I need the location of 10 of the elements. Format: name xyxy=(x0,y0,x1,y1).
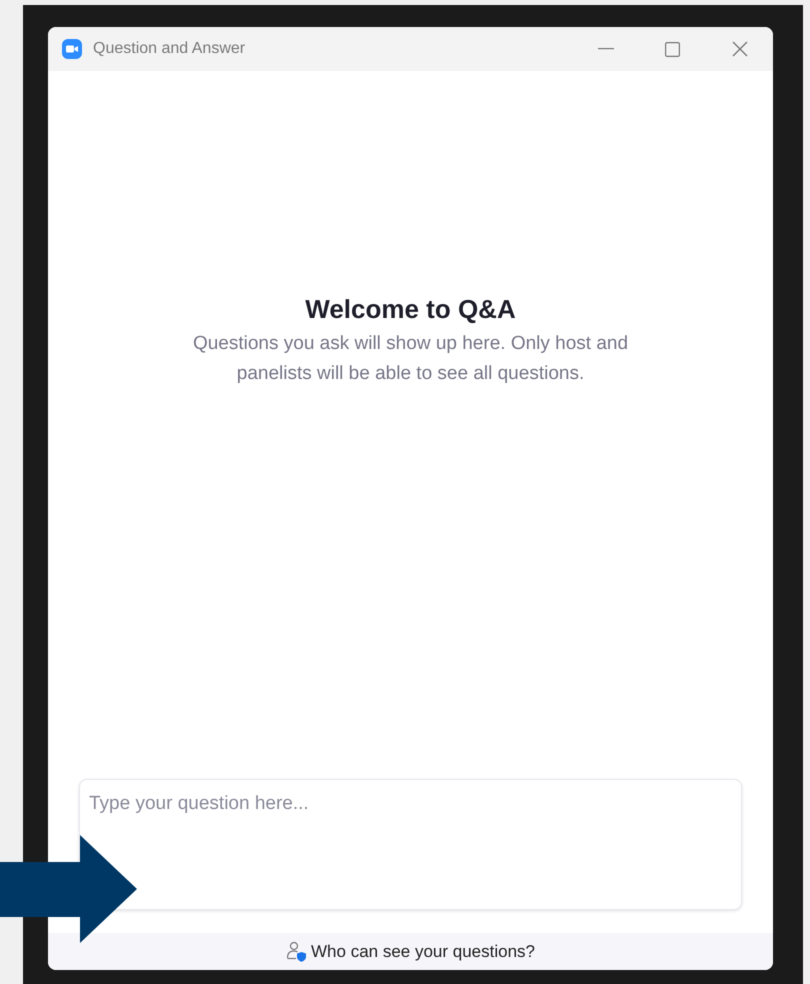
close-icon xyxy=(732,41,748,57)
maximize-icon xyxy=(665,42,680,56)
video-camera-icon xyxy=(62,39,82,59)
window-title: Question and Answer xyxy=(93,39,246,59)
question-field[interactable]: Type your question here... xyxy=(79,779,742,910)
minimize-icon xyxy=(598,48,614,50)
who-can-see-link[interactable]: Who can see your questions? xyxy=(311,938,535,964)
person-shield-icon xyxy=(286,941,308,962)
welcome-message: Questions you ask will show up here. Only host and panelists will be able to see all questions. xyxy=(192,332,630,386)
welcome-heading: Welcome to Q&A xyxy=(305,293,516,325)
